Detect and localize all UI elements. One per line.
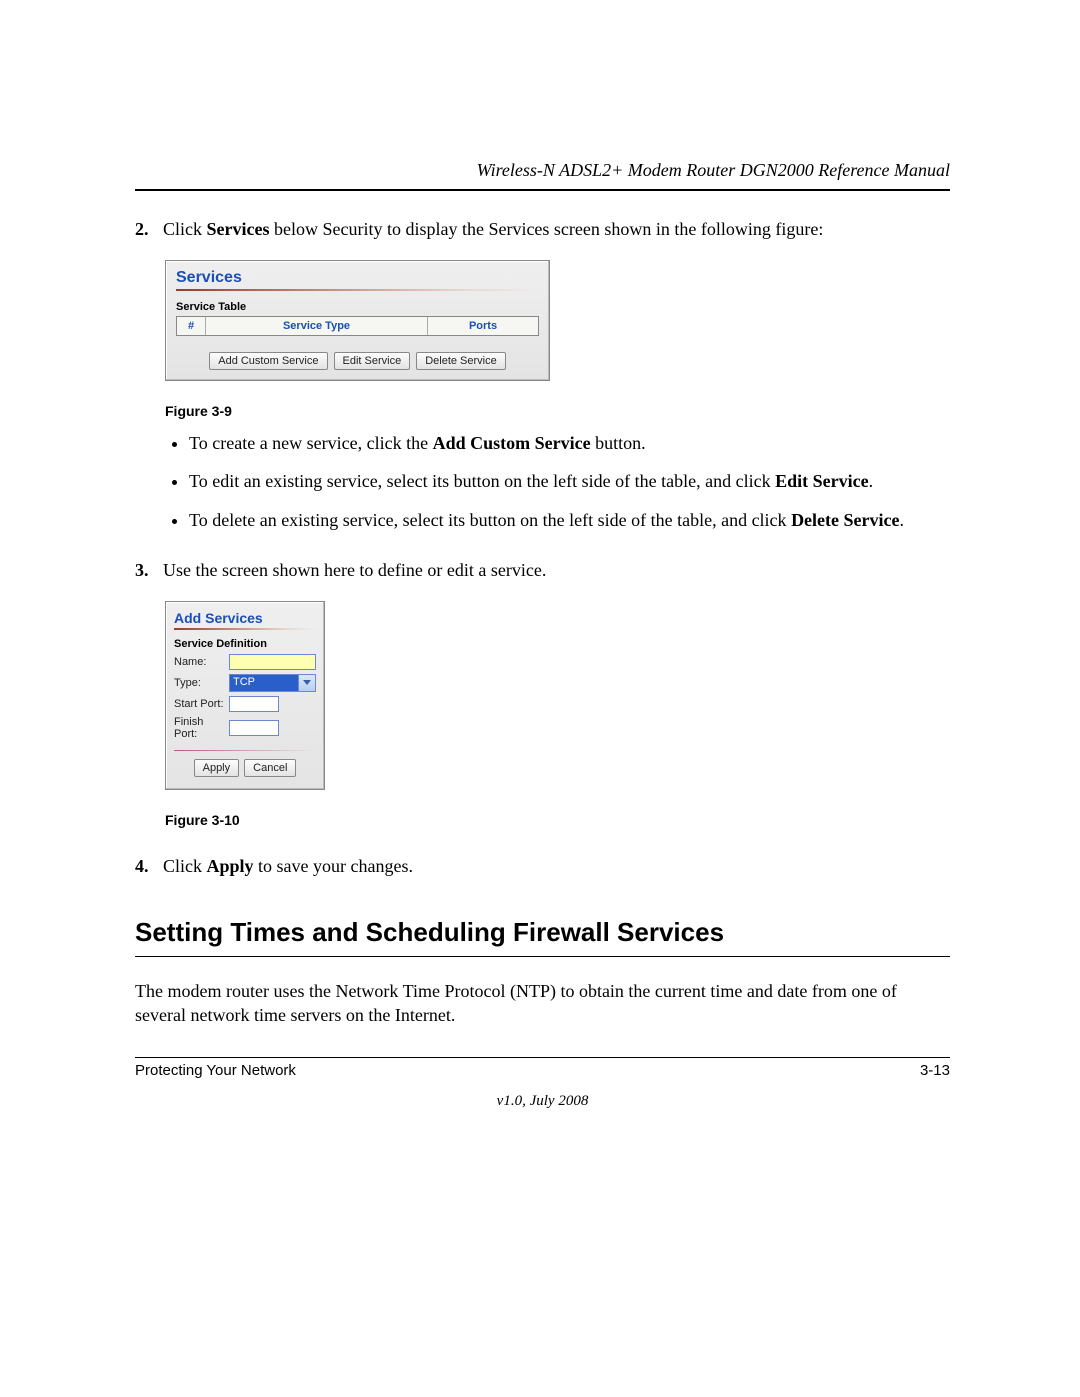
step-4-number: 4. — [135, 856, 163, 877]
footer-version: v1.0, July 2008 — [135, 1093, 950, 1110]
cancel-button[interactable]: Cancel — [244, 759, 296, 777]
step-2-text-c: below Security to display the Services s… — [269, 219, 823, 239]
type-select-value: TCP — [230, 675, 298, 691]
chevron-down-icon[interactable] — [298, 675, 315, 691]
name-label: Name: — [174, 656, 229, 668]
bullet-3-a: To delete an existing service, select it… — [189, 510, 791, 530]
section-heading: Setting Times and Scheduling Firewall Se… — [135, 917, 950, 948]
step-3-number: 3. — [135, 560, 163, 581]
divider — [174, 628, 316, 630]
name-input[interactable] — [229, 654, 316, 670]
edit-service-button[interactable]: Edit Service — [334, 352, 411, 370]
step-3-text: Use the screen shown here to define or e… — [163, 560, 950, 581]
add-services-title: Add Services — [174, 610, 316, 626]
service-table-header: # Service Type Ports — [176, 316, 539, 336]
figure-3-9-caption: Figure 3-9 — [165, 403, 950, 419]
header-rule — [135, 189, 950, 191]
start-port-input[interactable] — [229, 696, 279, 712]
type-select[interactable]: TCP — [229, 674, 316, 692]
section-paragraph: The modem router uses the Network Time P… — [135, 979, 950, 1028]
bullet-1-a: To create a new service, click the — [189, 433, 433, 453]
manual-title: Wireless-N ADSL2+ Modem Router DGN2000 R… — [135, 160, 950, 181]
bullet-list: To create a new service, click the Add C… — [165, 431, 950, 532]
delete-service-button[interactable]: Delete Service — [416, 352, 506, 370]
footer-rule — [135, 1057, 950, 1058]
step-4-text: Click Apply to save your changes. — [163, 856, 950, 877]
section-rule — [135, 956, 950, 957]
col-hash: # — [177, 317, 206, 335]
finish-port-label: Finish Port: — [174, 716, 229, 740]
step-4-text-c: to save your changes. — [254, 856, 413, 876]
footer-chapter: Protecting Your Network — [135, 1062, 296, 1079]
bullet-2-b: Edit Service — [775, 471, 868, 491]
bullet-2-c: . — [869, 471, 874, 491]
col-ports: Ports — [428, 317, 538, 335]
bullet-3-c: . — [900, 510, 905, 530]
services-panel-title: Services — [176, 269, 539, 287]
type-label: Type: — [174, 677, 229, 689]
service-table-label: Service Table — [176, 301, 539, 313]
step-2-text: Click Services below Security to display… — [163, 219, 950, 240]
bullet-2: To edit an existing service, select its … — [189, 469, 950, 493]
footer-page: 3-13 — [920, 1062, 950, 1079]
bullet-2-a: To edit an existing service, select its … — [189, 471, 775, 491]
step-2-number: 2. — [135, 219, 163, 240]
finish-port-input[interactable] — [229, 720, 279, 736]
figure-3-10-caption: Figure 3-10 — [165, 812, 950, 828]
add-custom-service-button[interactable]: Add Custom Service — [209, 352, 327, 370]
step-2-text-b: Services — [207, 219, 270, 239]
bullet-3: To delete an existing service, select it… — [189, 508, 950, 532]
divider — [174, 750, 316, 751]
step-4-text-b: Apply — [207, 856, 254, 876]
bullet-3-b: Delete Service — [791, 510, 899, 530]
bullet-1: To create a new service, click the Add C… — [189, 431, 950, 455]
start-port-label: Start Port: — [174, 698, 229, 710]
services-panel: Services Service Table # Service Type Po… — [165, 260, 550, 381]
bullet-1-c: button. — [591, 433, 646, 453]
bullet-1-b: Add Custom Service — [433, 433, 591, 453]
step-4-text-a: Click — [163, 856, 207, 876]
step-2-text-a: Click — [163, 219, 207, 239]
divider — [176, 289, 539, 291]
col-service-type: Service Type — [206, 317, 428, 335]
apply-button[interactable]: Apply — [194, 759, 240, 777]
add-services-panel: Add Services Service Definition Name: Ty… — [165, 601, 325, 790]
service-definition-label: Service Definition — [174, 638, 316, 650]
